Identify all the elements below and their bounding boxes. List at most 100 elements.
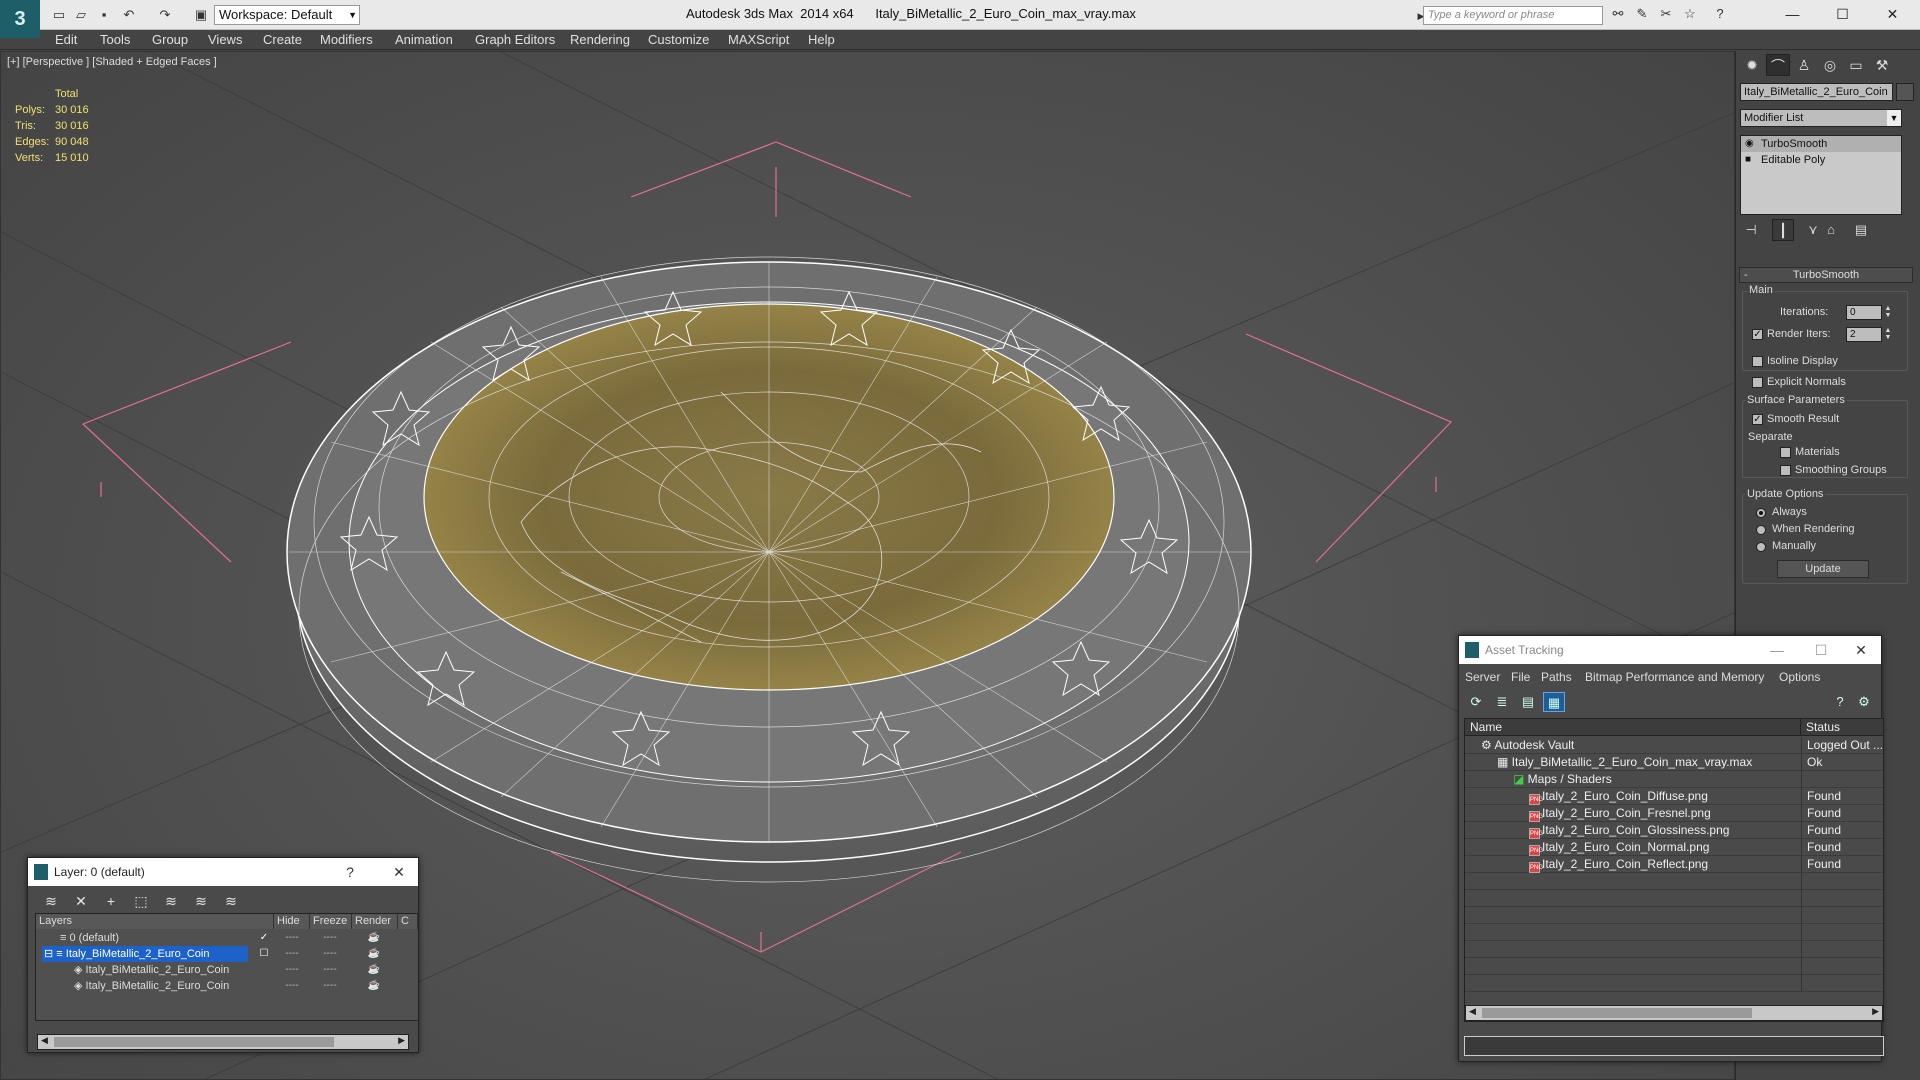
app-logo[interactable]: 3 [0,0,40,38]
hide-toggle[interactable]: ---- [280,930,304,946]
asset-close-button[interactable]: ✕ [1843,636,1879,664]
maximize-button[interactable]: ☐ [1820,0,1865,30]
menu-create[interactable]: Create [263,32,302,47]
col-layers[interactable]: Layers [36,914,274,929]
undo-icon[interactable]: ↶ [120,6,138,24]
viewport-label[interactable]: [+] [Perspective ] [Shaded + Edged Faces… [7,56,217,68]
asset-menu-paths[interactable]: Paths [1541,670,1572,684]
object-name-field[interactable]: Italy_BiMetallic_2_Euro_Coin [1740,83,1893,101]
layer-help-button[interactable]: ? [340,858,360,886]
project-folder-icon[interactable]: ▣ [192,6,210,24]
layer-row[interactable]: ≡ 0 (default) ✓ ---- ---- ☕ [36,930,418,946]
asset-path-field[interactable] [1464,1036,1884,1056]
binoculars-icon[interactable]: ⚯ [1608,6,1628,24]
scroll-right-icon[interactable]: ▶ [398,1035,405,1046]
col-freeze[interactable]: Freeze [310,914,352,929]
menu-graph-editors[interactable]: Graph Editors [475,32,555,47]
menu-views[interactable]: Views [208,32,242,47]
iterations-spinner[interactable]: 0 [1846,305,1882,320]
motion-tab-icon[interactable]: ◎ [1818,54,1842,76]
menu-modifiers[interactable]: Modifiers [320,32,373,47]
isoline-display-checkbox[interactable] [1752,356,1763,367]
always-radio[interactable] [1756,508,1766,518]
refresh-icon[interactable]: ⟳ [1465,692,1487,712]
stack-item-editable-poly[interactable]: ■ Editable Poly [1741,152,1901,168]
workspace-dropdown[interactable]: Workspace: Default ▼ [214,5,360,25]
asset-row[interactable]: ⚙ Autodesk Vault Logged Out ... [1465,737,1883,754]
render-teapot-icon[interactable]: ☕ [364,946,384,962]
help-icon[interactable]: ? [1710,6,1730,24]
materials-checkbox[interactable] [1780,447,1791,458]
hide-toggle[interactable]: ---- [280,962,304,978]
asset-row[interactable]: PNGItaly_2_Euro_Coin_Glossiness.png Found [1465,822,1883,839]
asset-menu-bitmap[interactable]: Bitmap Performance and Memory [1585,670,1764,684]
layer-object-row[interactable]: ◈ Italy_BiMetallic_2_Euro_Coin ---- ----… [36,962,418,978]
modifier-list-dropdown[interactable]: Modifier List ▼ [1740,109,1902,127]
utilities-tab-icon[interactable]: ⚒ [1870,54,1894,76]
object-color-swatch[interactable] [1896,83,1914,101]
scroll-left-icon[interactable]: ◀ [41,1035,48,1046]
asset-row[interactable]: ◪ Maps / Shaders [1465,771,1883,788]
hide-all-icon[interactable]: ≋ [220,891,242,911]
spinner-arrows-icon[interactable]: ▲ ▼ [1884,305,1892,320]
current-layer-check[interactable]: ✓ [258,930,270,946]
create-tab-icon[interactable]: ✹ [1740,54,1764,76]
scroll-thumb[interactable] [1482,1008,1752,1018]
scroll-right-icon[interactable]: ▶ [1872,1006,1879,1017]
asset-row[interactable]: PNGItaly_2_Euro_Coin_Fresnel.png Found [1465,805,1883,822]
menu-tools[interactable]: Tools [100,32,130,47]
favorites-icon[interactable]: ☆ [1680,6,1700,24]
modify-tab-icon[interactable]: ⌒ [1766,54,1790,76]
minimize-button[interactable]: — [1770,0,1815,30]
new-file-icon[interactable]: ▭ [50,6,68,24]
remove-modifier-icon[interactable]: ⌂ [1820,219,1842,241]
render-teapot-icon[interactable]: ☕ [364,962,384,978]
spinner-arrows-icon[interactable]: ▲ ▼ [1884,327,1892,342]
col-status[interactable]: Status [1801,719,1883,736]
menu-edit[interactable]: Edit [55,32,77,47]
layer-close-button[interactable]: ✕ [384,858,414,886]
asset-horizontal-scrollbar[interactable]: ◀ ▶ [1465,1005,1883,1021]
hide-toggle[interactable]: ---- [280,978,304,994]
layer-object-row[interactable]: ◈ Italy_BiMetallic_2_Euro_Coin ---- ----… [36,978,418,994]
table-view-icon[interactable]: ▦ [1543,692,1565,712]
asset-minimize-button[interactable]: — [1759,636,1795,664]
menu-group[interactable]: Group [152,32,188,47]
asset-menu-options[interactable]: Options [1779,670,1820,684]
asset-help-icon[interactable]: ? [1829,692,1851,712]
asset-menu-server[interactable]: Server [1465,670,1500,684]
configure-modifier-sets-icon[interactable]: ▤ [1850,219,1872,241]
highlight-layer-icon[interactable]: ≋ [190,891,212,911]
redo-icon[interactable]: ↷ [156,6,174,24]
subscription-icon[interactable]: ✎ [1632,6,1652,24]
scroll-thumb[interactable] [54,1037,334,1047]
light-bulb-icon[interactable]: ◉ [1745,136,1754,152]
save-icon[interactable]: ▪ [95,6,113,24]
coin-mesh[interactable] [286,256,1252,883]
render-iters-checkbox[interactable]: ✓ [1752,329,1763,340]
col-render[interactable]: Render [352,914,398,929]
open-file-icon[interactable]: ▱ [72,6,90,24]
search-input[interactable]: Type a keyword or phrase [1423,6,1603,25]
asset-maximize-button[interactable]: ☐ [1803,636,1839,664]
collapse-icon[interactable]: ⊟ [44,948,56,960]
delete-layer-icon[interactable]: ✕ [70,891,92,911]
asset-row[interactable]: PNGItaly_2_Euro_Coin_Diffuse.png Found [1465,788,1883,805]
layer-horizontal-scrollbar[interactable]: ◀ ▶ [37,1034,409,1050]
col-hide[interactable]: Hide [274,914,310,929]
modifier-stack[interactable]: ◉ TurboSmooth ■ Editable Poly [1740,135,1902,215]
layer-row[interactable]: ⊟ ≡ Italy_BiMetallic_2_Euro_Coin ☐ ---- … [36,946,418,962]
menu-help[interactable]: Help [808,32,835,47]
select-layer-icon[interactable]: ≋ [160,891,182,911]
freeze-toggle[interactable]: ---- [318,946,342,962]
render-teapot-icon[interactable]: ☕ [364,978,384,994]
menu-customize[interactable]: Customize [648,32,709,47]
menu-rendering[interactable]: Rendering [570,32,630,47]
close-button[interactable]: ✕ [1870,0,1915,30]
layer-settings-icon[interactable]: ≋ [40,891,62,911]
list-view-icon[interactable]: ≣ [1491,692,1513,712]
pin-stack-icon[interactable]: ⊣ [1740,219,1762,241]
current-layer-box[interactable]: ☐ [258,946,270,962]
freeze-toggle[interactable]: ---- [318,978,342,994]
hierarchy-tab-icon[interactable]: ♙ [1792,54,1816,76]
